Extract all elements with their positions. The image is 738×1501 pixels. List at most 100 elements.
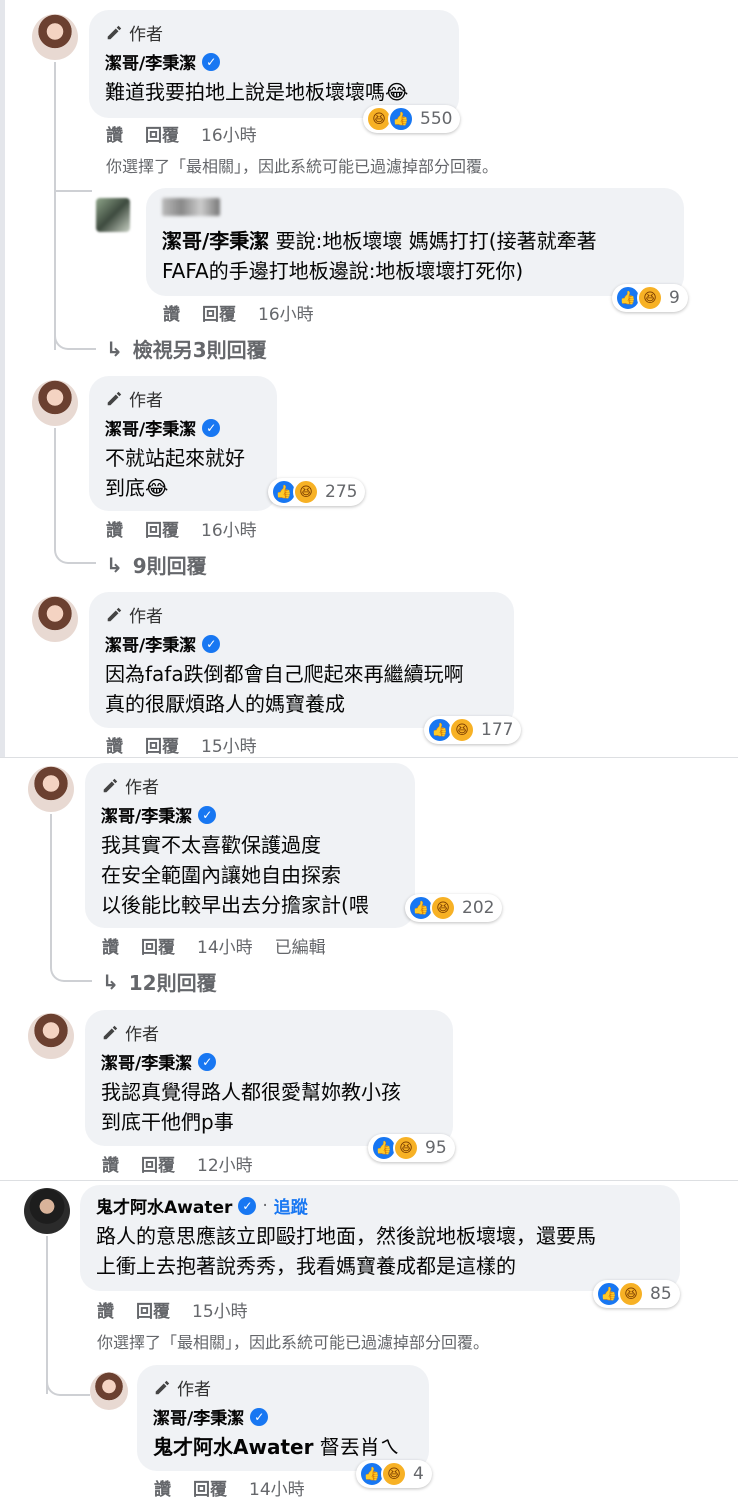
screenshot-edge (0, 0, 5, 757)
reply-button[interactable]: 回覆 (193, 1475, 227, 1500)
comment-bubble: 作者 潔哥/李秉潔 ✓ 鬼才阿水Awater 督丟肖ㄟ (137, 1365, 429, 1471)
thread-line (54, 428, 56, 536)
reactions-summary[interactable]: 👍 😆 202 (405, 894, 503, 922)
reply-arrow-icon: ↳ (106, 552, 123, 577)
avatar[interactable] (32, 596, 78, 642)
follow-button[interactable]: 追蹤 (274, 1193, 308, 1218)
avatar[interactable] (32, 14, 78, 60)
reply-button[interactable]: 回覆 (145, 516, 179, 541)
comment-bubble: 作者 潔哥/李秉潔 ✓ 我認真覺得路人都很愛幫妳教小孩 到底干他們p事 (85, 1010, 453, 1146)
reply-arrow-icon: ↳ (106, 336, 123, 361)
reaction-count: 202 (462, 898, 495, 918)
view-more-replies[interactable]: ↳ 9則回覆 (106, 550, 207, 579)
thread-connector (54, 190, 92, 216)
reactions-summary[interactable]: 👍 😆 275 (268, 478, 366, 506)
thread-line (50, 814, 52, 954)
edited-label: 已編輯 (274, 938, 326, 958)
haha-icon: 😆 (618, 1281, 644, 1307)
pencil-icon (107, 391, 122, 405)
like-button[interactable]: 讚 (102, 933, 119, 958)
haha-icon: 😆 (637, 285, 663, 311)
reaction-count: 550 (420, 109, 453, 129)
comment-bubble: 作者 潔哥/李秉潔 ✓ 因為fafa跌倒都會自己爬起來再繼續玩啊 真的很厭煩路人的… (89, 592, 514, 728)
author-badge: 作者 (105, 386, 263, 411)
comment-bubble: 作者 潔哥/李秉潔 ✓ 不就站起來就好 到底😂 (89, 376, 277, 511)
author-badge: 作者 (101, 1020, 439, 1045)
haha-icon: 😆 (449, 717, 475, 743)
commenter-name[interactable]: 潔哥/李秉潔 (105, 49, 196, 74)
timestamp[interactable]: 16小時 (201, 121, 257, 146)
timestamp[interactable]: 12小時 (197, 1151, 253, 1176)
reply-button[interactable]: 回覆 (202, 300, 236, 325)
reactions-summary[interactable]: 👍 😆 9 (612, 284, 688, 312)
commenter-name[interactable]: 潔哥/李秉潔 (153, 1404, 244, 1429)
verified-icon: ✓ (238, 1196, 257, 1215)
timestamp[interactable]: 16小時 (201, 516, 257, 541)
haha-icon: 😆 (393, 1135, 419, 1161)
like-icon: 👍 (388, 106, 414, 132)
view-more-replies[interactable]: ↳ 檢視另3則回覆 (106, 334, 267, 363)
reply-button[interactable]: 回覆 (145, 732, 179, 757)
redacted-name (162, 198, 220, 216)
commenter-name[interactable]: 潔哥/李秉潔 (105, 415, 196, 440)
like-button[interactable]: 讚 (106, 121, 123, 146)
like-button[interactable]: 讚 (106, 516, 123, 541)
comment-actions: 讚 回覆 16小時 (163, 300, 314, 325)
commenter-name[interactable]: 潔哥/李秉潔 (101, 1049, 192, 1074)
segment-divider (0, 757, 738, 758)
reactions-summary[interactable]: 👍 😆 4 (356, 1460, 432, 1488)
view-more-replies[interactable]: ↳ 12則回覆 (102, 967, 217, 996)
reaction-count: 9 (669, 288, 680, 308)
timestamp[interactable]: 16小時 (258, 300, 314, 325)
reply-button[interactable]: 回覆 (141, 933, 175, 958)
reaction-count: 85 (650, 1284, 672, 1304)
commenter-name[interactable]: 潔哥/李秉潔 (101, 802, 192, 827)
like-button[interactable]: 讚 (163, 300, 180, 325)
author-badge: 作者 (105, 20, 445, 45)
pencil-icon (103, 778, 118, 792)
comment-text: 我認真覺得路人都很愛幫妳教小孩 到底干他們p事 (101, 1080, 401, 1134)
mention-tag[interactable]: 鬼才阿水Awater (153, 1435, 313, 1459)
timestamp[interactable]: 14小時 (249, 1475, 305, 1500)
reply-arrow-icon: ↳ (102, 969, 119, 994)
pencil-icon (107, 25, 122, 39)
comment-text: 鬼才阿水Awater 督丟肖ㄟ (153, 1435, 400, 1459)
reactions-summary[interactable]: 👍 😆 85 (593, 1280, 680, 1308)
commenter-name[interactable]: 潔哥/李秉潔 (105, 631, 196, 656)
reaction-count: 275 (325, 482, 358, 502)
reactions-summary[interactable]: 😆 👍 550 (363, 105, 461, 133)
comment-text: 我其實不太喜歡保護過度 在安全範圍內讓她自由探索 以後能比較早出去分擔家計(喂 (101, 833, 369, 917)
reply-button[interactable]: 回覆 (136, 1297, 170, 1322)
verified-icon: ✓ (198, 805, 217, 824)
verified-icon: ✓ (250, 1407, 269, 1426)
comment-actions: 讚 回覆 12小時 (102, 1151, 253, 1176)
commenter-name[interactable]: 鬼才阿水Awater (96, 1193, 232, 1218)
like-button[interactable]: 讚 (97, 1297, 114, 1322)
avatar[interactable] (32, 380, 78, 426)
author-badge: 作者 (105, 602, 500, 627)
avatar[interactable] (96, 198, 130, 232)
reply-button[interactable]: 回覆 (145, 121, 179, 146)
reactions-summary[interactable]: 👍 😆 95 (368, 1134, 455, 1162)
thread-connector (46, 1362, 90, 1396)
like-button[interactable]: 讚 (154, 1475, 171, 1500)
avatar[interactable] (90, 1372, 128, 1410)
timestamp[interactable]: 15小時 (192, 1297, 248, 1322)
comment-text: 路人的意思應該立即毆打地面，然後說地板壞壞，還要馬 上衝上去抱著說秀秀，我看媽寶… (96, 1224, 596, 1278)
reply-button[interactable]: 回覆 (141, 1151, 175, 1176)
mention-tag[interactable]: 潔哥/李秉潔 (162, 229, 269, 253)
like-button[interactable]: 讚 (106, 732, 123, 757)
thread-connector (50, 952, 92, 982)
reactions-summary[interactable]: 👍 😆 177 (424, 716, 522, 744)
like-button[interactable]: 讚 (102, 1151, 119, 1176)
avatar[interactable] (24, 1188, 70, 1234)
reaction-count: 177 (481, 720, 514, 740)
author-badge: 作者 (101, 773, 401, 798)
timestamp[interactable]: 14小時 (197, 933, 253, 958)
pencil-icon (155, 1380, 170, 1394)
thread-connector (54, 534, 96, 564)
timestamp[interactable]: 15小時 (201, 732, 257, 757)
avatar[interactable] (28, 766, 74, 812)
avatar[interactable] (28, 1013, 74, 1059)
comment-actions: 讚 回覆 15小時 (106, 732, 257, 757)
